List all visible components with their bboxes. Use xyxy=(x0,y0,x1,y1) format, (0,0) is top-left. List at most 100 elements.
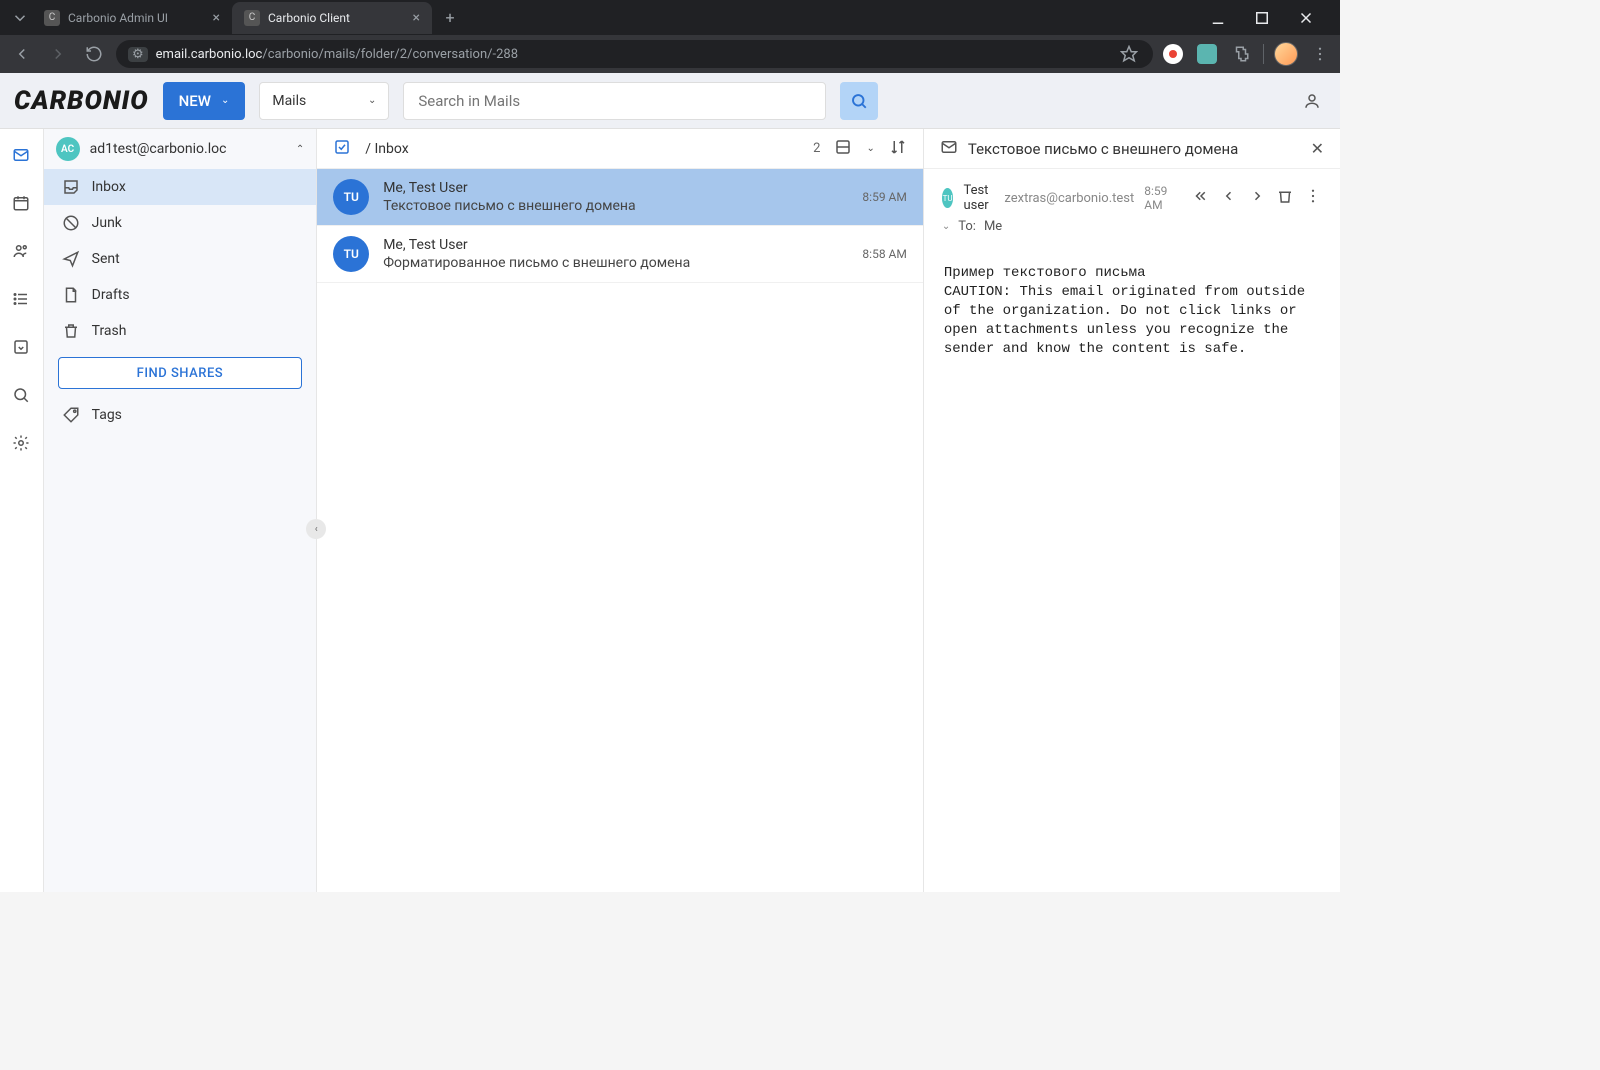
new-button-label: NEW xyxy=(179,92,211,110)
rail xyxy=(0,129,44,892)
tags-label: Tags xyxy=(92,407,122,423)
extension-record-icon[interactable] xyxy=(1161,42,1185,66)
back-icon[interactable] xyxy=(8,40,36,68)
favicon-icon: C xyxy=(44,10,60,26)
reply-all-icon[interactable] xyxy=(1192,187,1210,209)
scope-label: Mails xyxy=(272,93,306,109)
reading-header: Текстовое письмо с внешнего домена ✕ xyxy=(924,129,1340,169)
reading-pane: Текстовое письмо с внешнего домена ✕ TU … xyxy=(924,129,1340,892)
mail-body: Пример текстового письма CAUTION: This e… xyxy=(938,254,1326,368)
search-input[interactable] xyxy=(418,92,810,110)
browser-chrome: C Carbonio Admin UI × C Carbonio Client … xyxy=(0,0,1340,73)
tag-icon xyxy=(62,406,80,424)
rail-list-icon[interactable] xyxy=(7,285,35,313)
forward-icon[interactable] xyxy=(44,40,72,68)
folder-label: Junk xyxy=(92,215,122,231)
trash-icon xyxy=(62,322,80,340)
block-icon xyxy=(62,214,80,232)
find-shares-button[interactable]: FIND SHARES xyxy=(58,357,303,389)
reading-actions xyxy=(1192,187,1322,209)
new-tab-button[interactable]: + xyxy=(436,4,464,32)
forward-icon[interactable] xyxy=(1248,187,1266,209)
folder-label: Inbox xyxy=(92,179,126,195)
folder-list: Inbox Junk Sent Drafts Trash xyxy=(44,169,317,349)
folder-drafts[interactable]: Drafts xyxy=(44,277,317,313)
profile-avatar[interactable] xyxy=(1274,42,1298,66)
star-icon[interactable] xyxy=(1117,42,1141,66)
chevron-down-icon[interactable]: ⌄ xyxy=(866,143,874,154)
scope-select[interactable]: Mails ⌄ xyxy=(259,82,389,120)
app: CARBONIO NEW ⌄ Mails ⌄ xyxy=(0,73,1340,892)
avatar: TU xyxy=(333,179,369,215)
extension-teal-icon[interactable] xyxy=(1195,42,1219,66)
new-button[interactable]: NEW ⌄ xyxy=(163,82,246,120)
message-list-pane: / Inbox 2 ⌄ TU Me, Test User Текстовое п… xyxy=(317,129,924,892)
message-time: 8:58 AM xyxy=(862,247,906,261)
folder-trash[interactable]: Trash xyxy=(44,313,317,349)
folder-label: Drafts xyxy=(92,287,130,303)
tabs-dropdown-icon[interactable] xyxy=(8,6,32,30)
sort-icon[interactable] xyxy=(889,138,907,160)
folder-sent[interactable]: Sent xyxy=(44,241,317,277)
close-icon[interactable]: × xyxy=(413,10,420,26)
logo: CARBONIO xyxy=(14,86,149,116)
reading-title: Текстовое письмо с внешнего домена xyxy=(968,140,1301,158)
folder-label: Sent xyxy=(92,251,120,267)
search-button[interactable] xyxy=(840,82,878,120)
minimize-icon[interactable] xyxy=(1204,4,1232,32)
folder-inbox[interactable]: Inbox xyxy=(44,169,317,205)
profile-icon[interactable] xyxy=(1298,87,1326,115)
expand-recipients-icon[interactable]: ⌄ xyxy=(942,221,950,232)
sender-email: zextras@carbonio.test xyxy=(1004,191,1134,206)
list-header: / Inbox 2 ⌄ xyxy=(317,129,923,169)
reload-icon[interactable] xyxy=(80,40,108,68)
rail-mail-icon[interactable] xyxy=(7,141,35,169)
rail-files-icon[interactable] xyxy=(7,333,35,361)
tab-title: Carbonio Client xyxy=(268,11,350,25)
address-actions xyxy=(1161,42,1332,66)
reading-meta: TU Test user zextras@carbonio.test 8:59 … xyxy=(938,183,1326,240)
layout-icon[interactable] xyxy=(834,138,852,160)
rail-settings-icon[interactable] xyxy=(7,429,35,457)
account-switcher[interactable]: AC ad1test@carbonio.loc ⌃ xyxy=(44,129,317,169)
reply-icon[interactable] xyxy=(1220,187,1238,209)
send-icon xyxy=(62,250,80,268)
chevron-up-icon: ⌃ xyxy=(296,144,304,155)
browser-tab-0[interactable]: C Carbonio Admin UI × xyxy=(32,2,232,34)
folder-junk[interactable]: Junk xyxy=(44,205,317,241)
window-controls xyxy=(1204,4,1332,32)
close-icon[interactable]: × xyxy=(213,10,220,26)
tab-title: Carbonio Admin UI xyxy=(68,11,168,25)
file-icon xyxy=(62,286,80,304)
delete-icon[interactable] xyxy=(1276,187,1294,209)
maximize-icon[interactable] xyxy=(1248,4,1276,32)
account-email: ad1test@carbonio.loc xyxy=(90,141,286,157)
to-value: Me xyxy=(984,219,1002,234)
close-reading-icon[interactable]: ✕ xyxy=(1311,139,1324,158)
avatar: TU xyxy=(333,236,369,272)
site-info-icon[interactable]: ⚙ xyxy=(128,47,148,62)
message-item-0[interactable]: TU Me, Test User Текстовое письмо с внеш… xyxy=(317,169,923,226)
kebab-menu-icon[interactable] xyxy=(1308,42,1332,66)
divider xyxy=(1263,44,1264,64)
address-bar: ⚙ email.carbonio.loc/carbonio/mails/fold… xyxy=(0,35,1340,73)
search-box[interactable] xyxy=(403,82,825,120)
message-count: 2 xyxy=(813,141,820,156)
url-bar[interactable]: ⚙ email.carbonio.loc/carbonio/mails/fold… xyxy=(116,40,1153,68)
rail-search-icon[interactable] xyxy=(7,381,35,409)
inbox-icon xyxy=(62,178,80,196)
message-time: 8:59 AM xyxy=(862,190,906,204)
select-all-icon[interactable] xyxy=(333,138,351,160)
chevron-down-icon: ⌄ xyxy=(368,95,376,106)
rail-calendar-icon[interactable] xyxy=(7,189,35,217)
close-window-icon[interactable] xyxy=(1292,4,1320,32)
extensions-icon[interactable] xyxy=(1229,42,1253,66)
avatar-initials: AC xyxy=(56,137,80,161)
message-item-1[interactable]: TU Me, Test User Форматированное письмо … xyxy=(317,226,923,283)
message-subject: Форматированное письмо с внешнего домена xyxy=(383,255,848,271)
body: AC ad1test@carbonio.loc ⌃ Inbox Junk Sen… xyxy=(0,129,1340,892)
kebab-menu-icon[interactable] xyxy=(1304,187,1322,209)
browser-tab-1[interactable]: C Carbonio Client × xyxy=(232,2,432,34)
tags-row[interactable]: Tags xyxy=(44,397,317,433)
rail-contacts-icon[interactable] xyxy=(7,237,35,265)
